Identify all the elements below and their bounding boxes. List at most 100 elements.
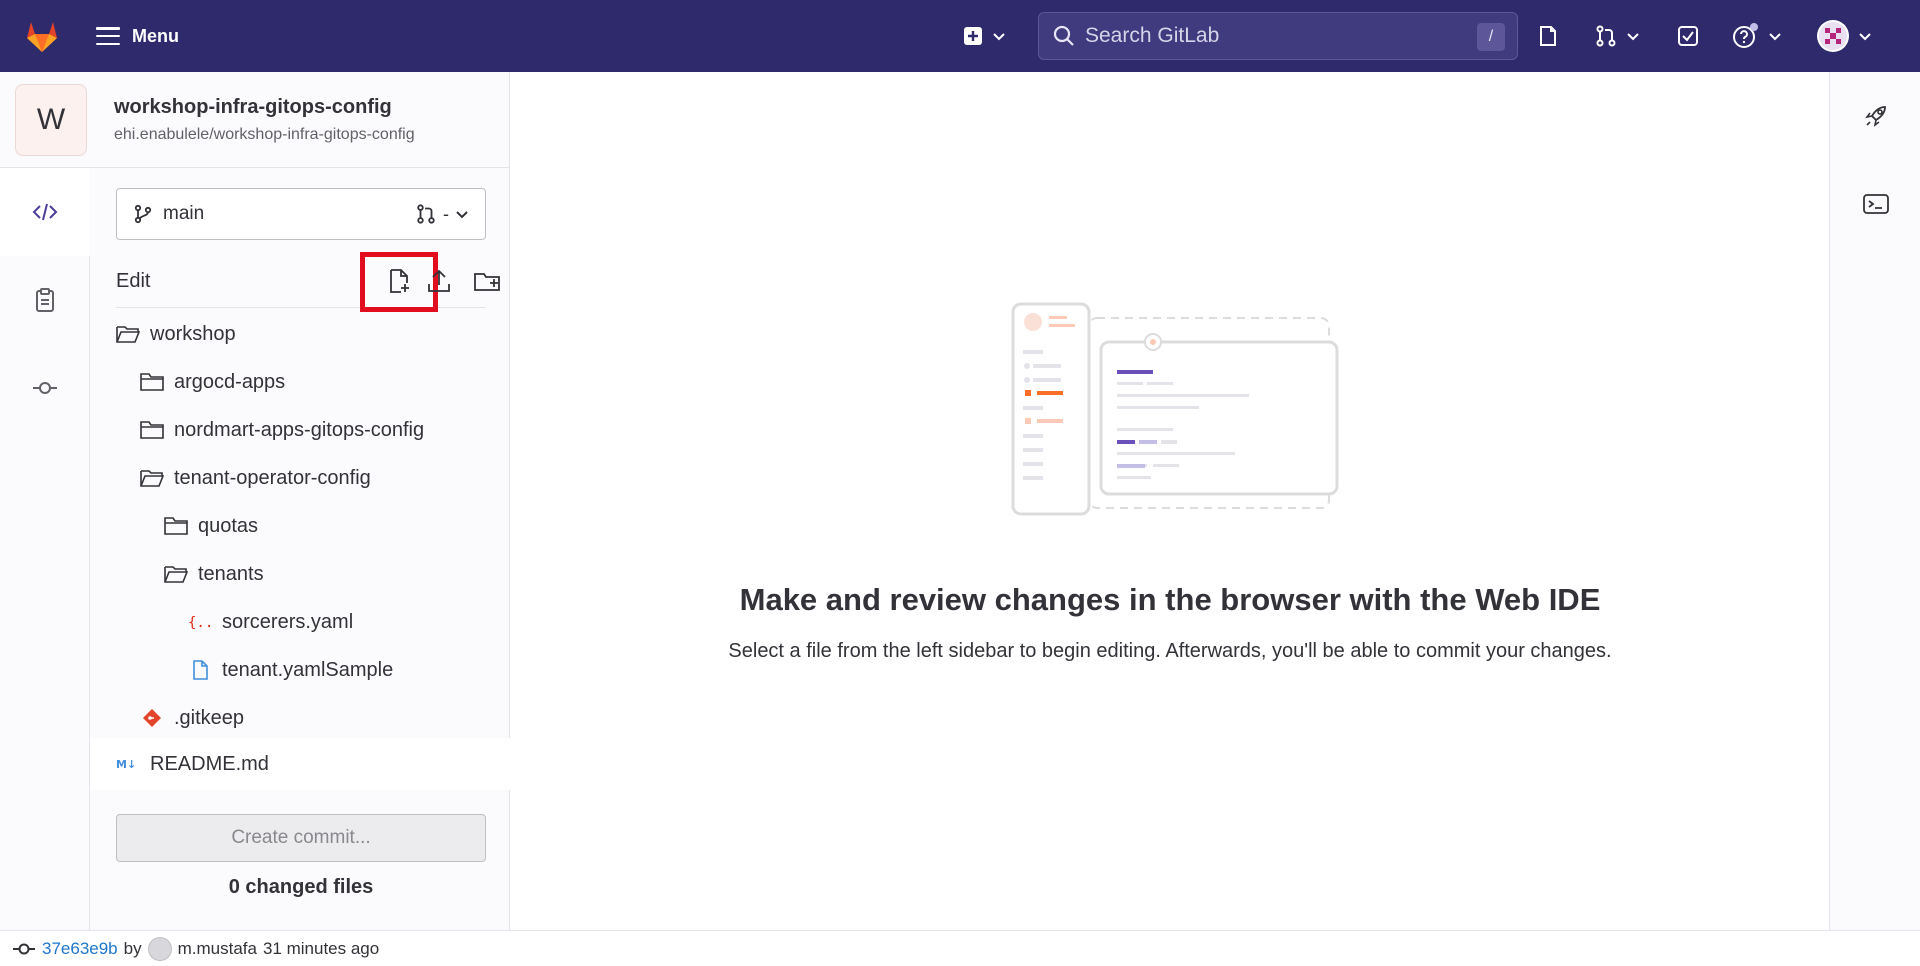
tree-item-gitkeep[interactable]: .gitkeep bbox=[140, 698, 244, 738]
plus-square-icon bbox=[964, 27, 982, 45]
edit-label: Edit bbox=[116, 270, 151, 292]
tree-item-label: workshop bbox=[150, 322, 236, 345]
chevron-down-icon bbox=[1627, 33, 1639, 41]
empty-state-description: Select a file from the left sidebar to b… bbox=[728, 640, 1612, 662]
new-folder-icon bbox=[474, 273, 500, 291]
tree-item-tenant-operator-config[interactable]: tenant-operator-config bbox=[140, 458, 371, 498]
folder-icon bbox=[140, 421, 164, 439]
folder-open-icon bbox=[164, 566, 188, 583]
branch-icon bbox=[134, 204, 152, 224]
tree-item-tenant-yamlsample[interactable]: tenant.yamlSample bbox=[188, 650, 393, 690]
status-by: by bbox=[123, 938, 142, 958]
gitlab-logo-icon[interactable] bbox=[22, 16, 62, 56]
todo-check-icon bbox=[1678, 26, 1698, 46]
issues-button[interactable] bbox=[1536, 18, 1560, 54]
create-commit-button[interactable]: Create commit... bbox=[116, 814, 486, 862]
chevron-down-icon bbox=[456, 211, 468, 219]
todos-button[interactable] bbox=[1676, 18, 1700, 54]
changed-files-count: 0 changed files bbox=[228, 876, 374, 898]
top-navbar: Menu / bbox=[0, 0, 1920, 72]
file-panel: main - Edit workshop argocd-apps nordmar… bbox=[90, 168, 510, 930]
menu-button[interactable]: Menu bbox=[96, 20, 179, 52]
status-bar: 37e63e9b by m.mustafa 31 minutes ago bbox=[0, 930, 1920, 966]
web-ide-illustration bbox=[1011, 302, 1339, 516]
new-file-icon bbox=[390, 269, 409, 293]
tree-item-label: .gitkeep bbox=[174, 706, 245, 729]
commit-mode-button[interactable] bbox=[0, 344, 90, 432]
search-box[interactable]: / bbox=[1038, 12, 1518, 60]
tree-item-label: argocd-apps bbox=[174, 370, 286, 393]
terminal-icon bbox=[1862, 194, 1889, 214]
tree-item-label: tenants bbox=[198, 562, 264, 585]
clipboard-icon bbox=[36, 288, 54, 312]
tree-item-quotas[interactable]: quotas bbox=[164, 506, 258, 546]
mr-value: - bbox=[443, 203, 449, 224]
file-icon bbox=[193, 660, 208, 680]
commit-time: 31 minutes ago bbox=[262, 938, 380, 958]
tree-item-readme[interactable]: M↓ README.md bbox=[116, 744, 269, 784]
tree-item-label: tenant-operator-config bbox=[174, 466, 371, 489]
chevron-down-icon bbox=[1859, 33, 1871, 41]
help-icon bbox=[1733, 23, 1758, 48]
markdown-icon: M↓ bbox=[116, 758, 136, 771]
upload-icon bbox=[428, 269, 450, 292]
new-dropdown-button[interactable] bbox=[962, 18, 1006, 54]
rocket-icon bbox=[1864, 106, 1886, 127]
tree-item-argocd-apps[interactable]: argocd-apps bbox=[140, 362, 285, 402]
git-file-icon bbox=[143, 709, 161, 727]
branch-selector[interactable]: main - bbox=[116, 188, 486, 240]
chevron-down-icon bbox=[1769, 33, 1781, 41]
merge-request-icon bbox=[1596, 25, 1616, 47]
author-avatar bbox=[147, 936, 172, 961]
new-file-button[interactable] bbox=[382, 264, 416, 298]
user-avatar-icon bbox=[1817, 20, 1849, 52]
svg-text:{..}: {..} bbox=[188, 615, 212, 631]
user-menu-button[interactable] bbox=[1816, 18, 1872, 54]
folder-open-icon bbox=[140, 470, 164, 487]
merge-requests-button[interactable] bbox=[1594, 18, 1640, 54]
tree-item-label: sorcerers.yaml bbox=[222, 610, 354, 633]
hamburger-icon bbox=[96, 27, 120, 45]
menu-label: Menu bbox=[132, 25, 179, 46]
project-name[interactable]: workshop-infra-gitops-config bbox=[114, 96, 392, 119]
merge-request-icon bbox=[417, 204, 435, 224]
edit-mode-button[interactable] bbox=[0, 168, 90, 256]
editor-empty-state: Make and review changes in the browser w… bbox=[511, 72, 1829, 930]
empty-state-title: Make and review changes in the browser w… bbox=[739, 582, 1601, 617]
commit-author: m.mustafa bbox=[177, 938, 257, 958]
issues-icon bbox=[1540, 26, 1556, 46]
project-path[interactable]: ehi.enabulele/workshop-infra-gitops-conf… bbox=[114, 126, 415, 144]
tree-item-nordmart-apps-gitops-config[interactable]: nordmart-apps-gitops-config bbox=[140, 410, 424, 450]
terminal-button[interactable] bbox=[1830, 160, 1920, 248]
svg-text:M↓: M↓ bbox=[116, 758, 136, 771]
search-icon bbox=[1053, 25, 1074, 46]
tree-item-label: tenant.yamlSample bbox=[222, 658, 394, 681]
upload-file-button[interactable] bbox=[422, 264, 456, 298]
commit-icon bbox=[13, 943, 35, 954]
new-directory-button[interactable] bbox=[470, 264, 504, 298]
review-mode-button[interactable] bbox=[0, 256, 90, 344]
code-icon bbox=[32, 203, 58, 221]
commit-icon bbox=[33, 382, 57, 394]
right-sidebar bbox=[1829, 72, 1920, 930]
yaml-file-icon: {..} bbox=[188, 615, 212, 631]
project-header: W workshop-infra-gitops-config ehi.enabu… bbox=[0, 72, 510, 168]
tree-item-workshop[interactable]: workshop bbox=[116, 314, 236, 354]
project-avatar[interactable]: W bbox=[15, 84, 87, 156]
commit-sha-link[interactable]: 37e63e9b bbox=[42, 939, 118, 959]
folder-open-icon bbox=[116, 326, 140, 343]
tree-item-sorcerers-yaml[interactable]: {..} sorcerers.yaml bbox=[188, 602, 353, 642]
edit-toolbar: Edit bbox=[116, 252, 500, 312]
tree-item-label: nordmart-apps-gitops-config bbox=[174, 418, 425, 441]
help-button[interactable] bbox=[1732, 18, 1782, 54]
folder-icon bbox=[164, 517, 188, 535]
chevron-down-icon bbox=[993, 33, 1005, 41]
search-input[interactable] bbox=[1085, 24, 1465, 48]
tree-item-tenants[interactable]: tenants bbox=[164, 554, 264, 594]
pipelines-button[interactable] bbox=[1830, 72, 1920, 160]
merge-request-selector[interactable]: - bbox=[415, 203, 469, 225]
activity-bar bbox=[0, 72, 90, 930]
folder-icon bbox=[140, 373, 164, 391]
search-shortcut-key: / bbox=[1477, 23, 1505, 51]
readme-row-band: M↓ README.md bbox=[90, 738, 1920, 790]
